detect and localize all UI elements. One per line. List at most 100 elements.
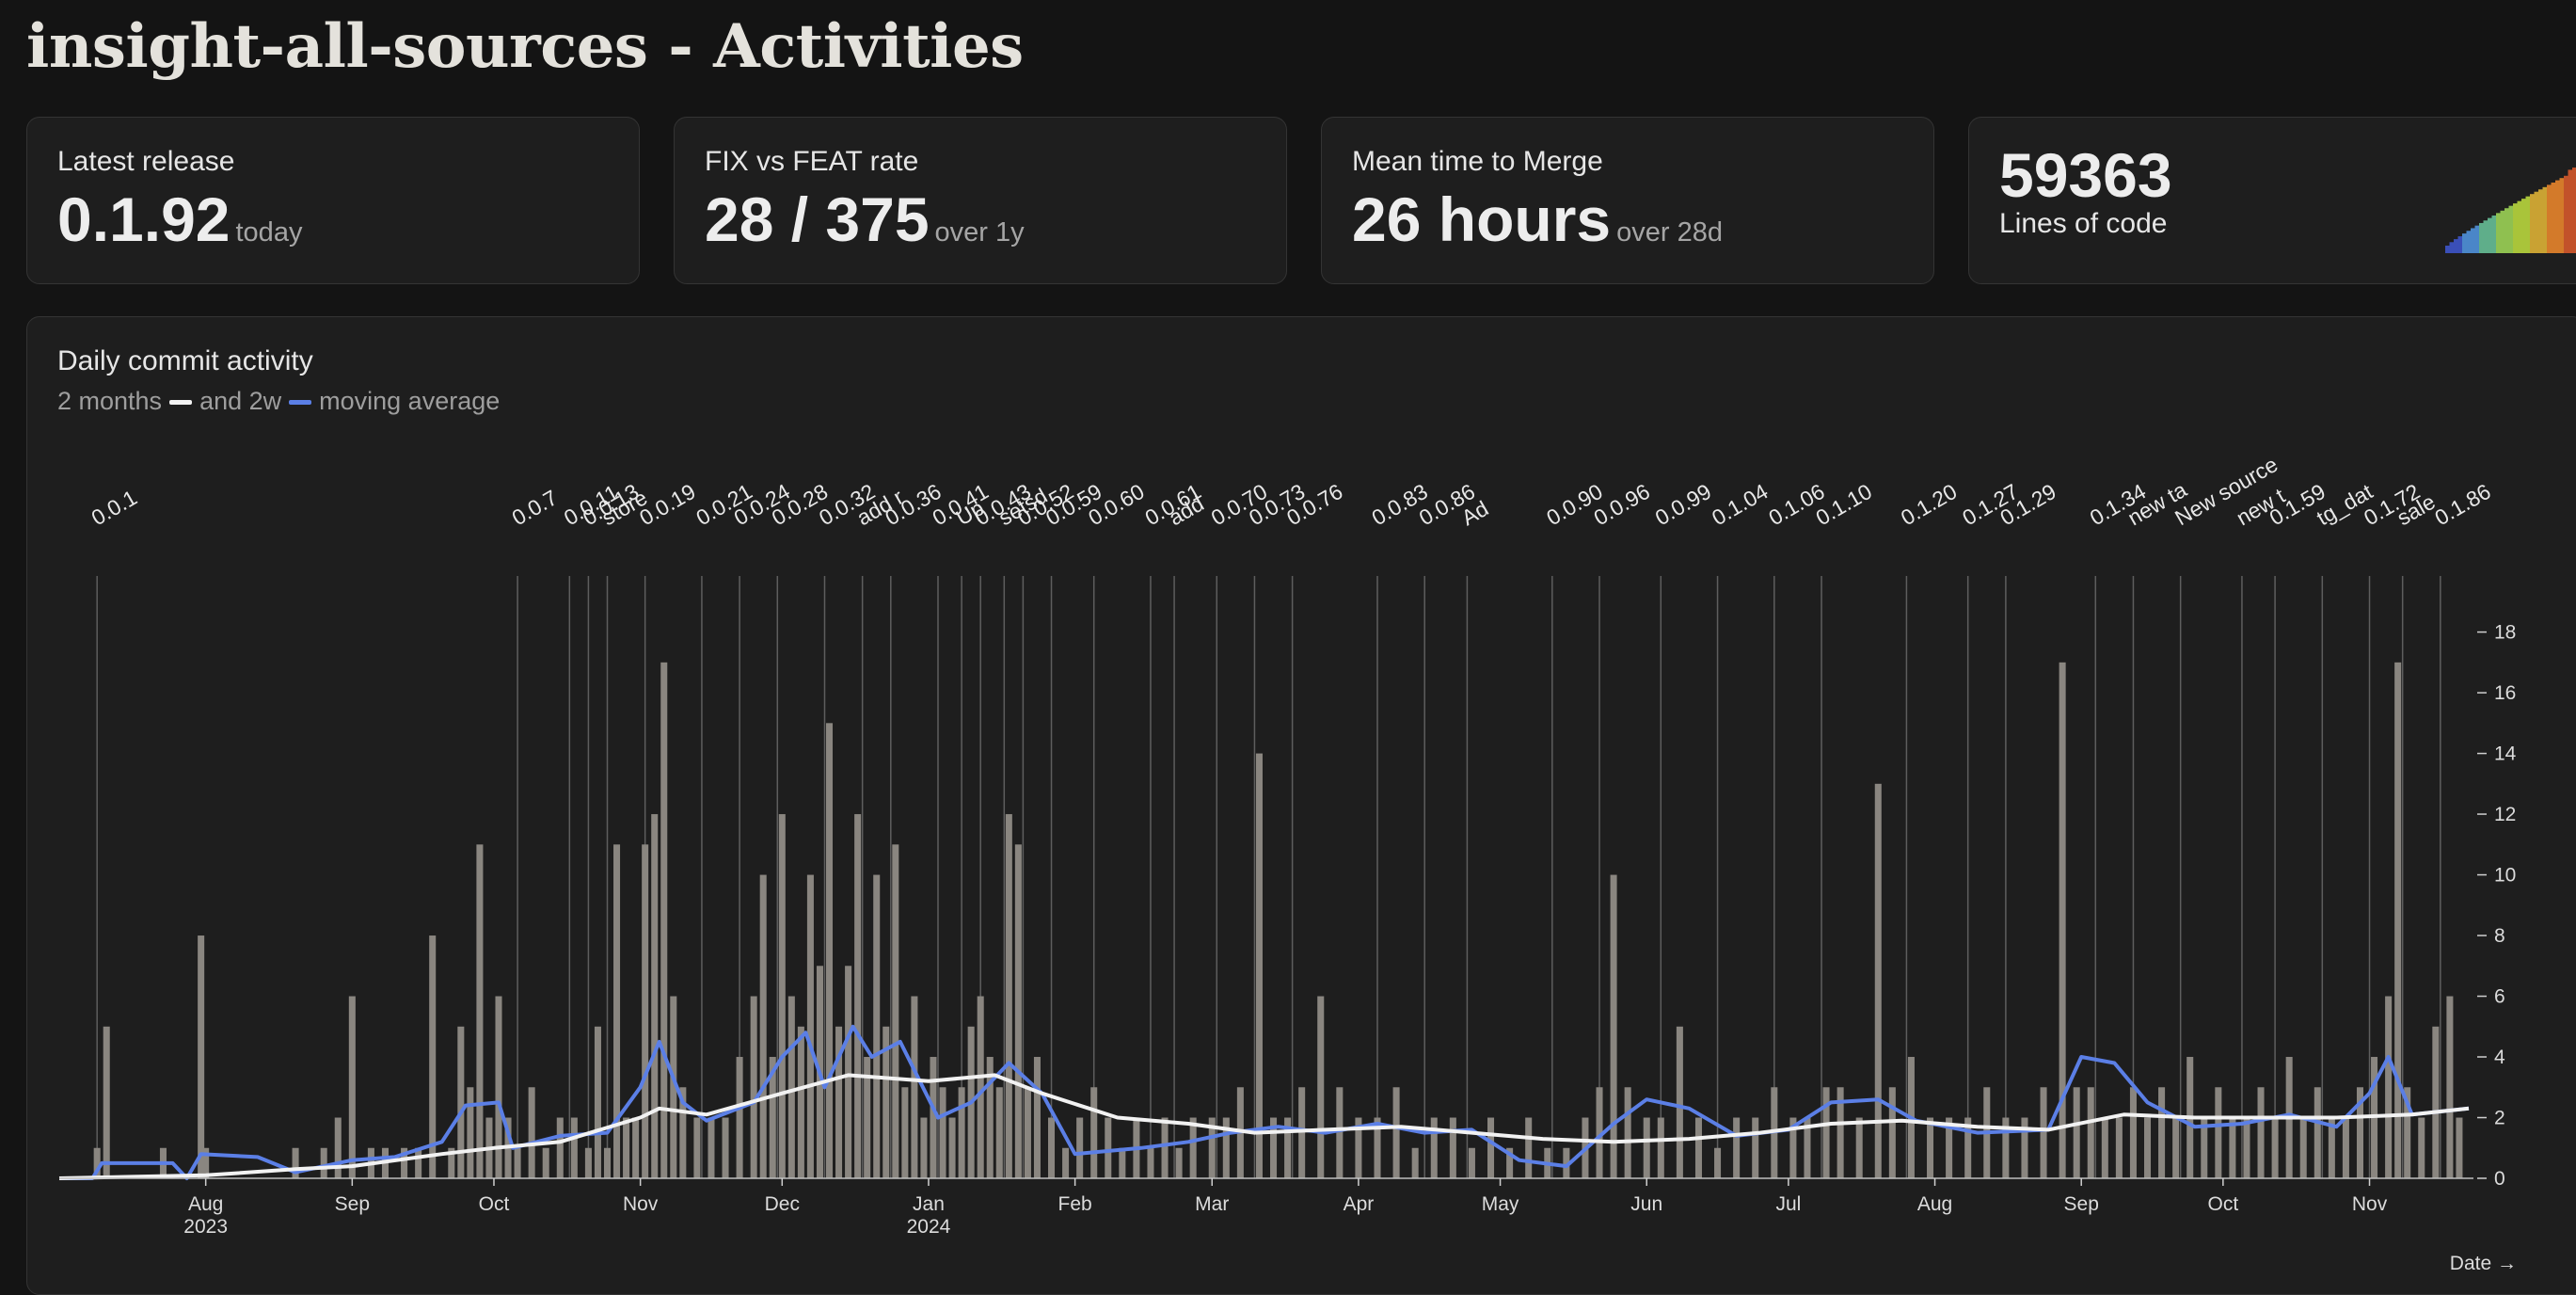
- sparkline-bar: [2491, 215, 2497, 253]
- commit-bar: [1855, 1117, 1863, 1178]
- commit-bar: [995, 1087, 1003, 1178]
- commit-bar: [845, 966, 852, 1178]
- commit-bar: [1468, 1147, 1475, 1178]
- sparkline-bar: [2525, 196, 2531, 253]
- commit-bar: [1147, 1147, 1154, 1178]
- commit-bar: [722, 1117, 729, 1178]
- sparkline-bar: [2559, 178, 2565, 253]
- commit-bar: [1005, 814, 1012, 1178]
- fix-feat-value: 28 / 375: [705, 184, 930, 254]
- sparkline-bar: [2445, 246, 2450, 253]
- commit-bar: [1392, 1087, 1400, 1178]
- commit-bar: [651, 814, 659, 1178]
- commit-bar: [613, 844, 621, 1178]
- commit-bar: [1105, 1117, 1112, 1178]
- commit-bar: [1430, 1117, 1438, 1178]
- release-label: 0.1.20: [1897, 479, 1961, 530]
- y-tick-label: 0: [2494, 1168, 2505, 1190]
- x-tick-year-label: 2023: [183, 1216, 228, 1238]
- commit-bar: [2432, 1026, 2440, 1178]
- commit-bar: [623, 1117, 630, 1178]
- commit-bar: [1927, 1117, 1934, 1178]
- commit-bar: [1874, 783, 1882, 1178]
- release-label: 0.0.1: [87, 485, 141, 530]
- y-tick-label: 8: [2494, 925, 2505, 947]
- commit-bar: [948, 1117, 956, 1178]
- commit-bar: [1643, 1117, 1650, 1178]
- commit-bar: [1161, 1117, 1169, 1178]
- latest-release-unit: today: [235, 217, 303, 248]
- sparkline-bar: [2513, 203, 2518, 253]
- commit-activity-chart: Daily commit activity 2 months and 2w movi…: [26, 316, 2576, 1295]
- sparkline-bar: [2564, 175, 2568, 253]
- x-tick-label: Nov: [623, 1193, 659, 1215]
- y-tick-label: 6: [2494, 986, 2505, 1008]
- commit-bar: [958, 1087, 965, 1178]
- x-tick-label: Jan: [913, 1193, 945, 1215]
- sparkline-bar: [2471, 228, 2475, 253]
- commit-bar: [854, 814, 862, 1178]
- commit-bar: [750, 996, 757, 1178]
- commit-bar: [1733, 1117, 1741, 1178]
- sparkline-bar: [2496, 213, 2501, 253]
- commit-bar: [584, 1147, 592, 1178]
- commit-bar: [2087, 1087, 2094, 1178]
- commit-bar: [901, 1087, 909, 1178]
- commit-bar: [2394, 662, 2402, 1178]
- commit-bar: [660, 662, 668, 1178]
- x-tick-label: May: [1482, 1193, 1519, 1215]
- commit-bar: [2143, 1117, 2152, 1178]
- sparkline-bar: [2483, 220, 2489, 253]
- x-tick-label: Sep: [335, 1193, 370, 1215]
- latest-release-card: Latest release 0.1.92 today: [26, 117, 640, 284]
- commit-bar: [736, 1057, 743, 1178]
- commit-bar: [1014, 844, 1022, 1178]
- commit-bar: [1525, 1117, 1533, 1178]
- commit-bar: [2129, 1087, 2137, 1178]
- x-tick-label: Sep: [2064, 1193, 2099, 1215]
- commit-bar: [1752, 1117, 1759, 1178]
- commit-bar: [1336, 1087, 1344, 1178]
- commit-bar: [1624, 1087, 1631, 1178]
- commit-bar: [977, 996, 984, 1178]
- commit-bar: [1714, 1147, 1722, 1178]
- x-tick-label: Jun: [1630, 1193, 1662, 1215]
- sparkline-bar: [2538, 189, 2543, 253]
- commit-bar: [556, 1117, 564, 1178]
- commit-bar: [825, 723, 834, 1178]
- commit-bar: [348, 996, 356, 1178]
- y-tick-label: 18: [2494, 622, 2516, 644]
- merge-time-card: Mean time to Merge 26 hours over 28d: [1321, 117, 1934, 284]
- sparkline-bar: [2454, 239, 2458, 253]
- commit-bar: [632, 1117, 640, 1178]
- commit-bar: [1076, 1117, 1084, 1178]
- commit-bar: [2115, 1117, 2123, 1178]
- release-label: 0.0.99: [1651, 479, 1715, 530]
- merge-time-value: 26 hours: [1352, 184, 1612, 254]
- commit-bar: [797, 1026, 804, 1178]
- commit-bar: [415, 1147, 422, 1178]
- sparkline-bar: [2462, 233, 2467, 253]
- card-label: Latest release: [57, 146, 235, 177]
- x-tick-label: Oct: [2208, 1193, 2239, 1215]
- commit-bar: [528, 1087, 535, 1178]
- merge-time-unit: over 28d: [1616, 217, 1723, 248]
- sparkline-bar: [2457, 236, 2463, 253]
- release-label: 0.0.19: [635, 479, 699, 530]
- commit-bar: [594, 1026, 601, 1178]
- commit-bar: [429, 935, 437, 1178]
- y-tick-label: 2: [2494, 1108, 2505, 1129]
- commit-bar: [1189, 1117, 1197, 1178]
- commit-bar: [892, 844, 899, 1178]
- commit-bar: [467, 1087, 474, 1178]
- sparkline-bar: [2479, 222, 2484, 253]
- commit-bar: [570, 1117, 578, 1178]
- commit-bar: [1676, 1026, 1683, 1178]
- sparkline-bar: [2521, 199, 2526, 253]
- x-tick-label: Oct: [479, 1193, 510, 1215]
- y-tick-label: 10: [2494, 865, 2516, 887]
- commit-bar: [1119, 1147, 1126, 1178]
- sparkline-bar: [2555, 180, 2560, 253]
- commit-bar: [873, 874, 881, 1178]
- sparkline-bar: [2488, 217, 2492, 253]
